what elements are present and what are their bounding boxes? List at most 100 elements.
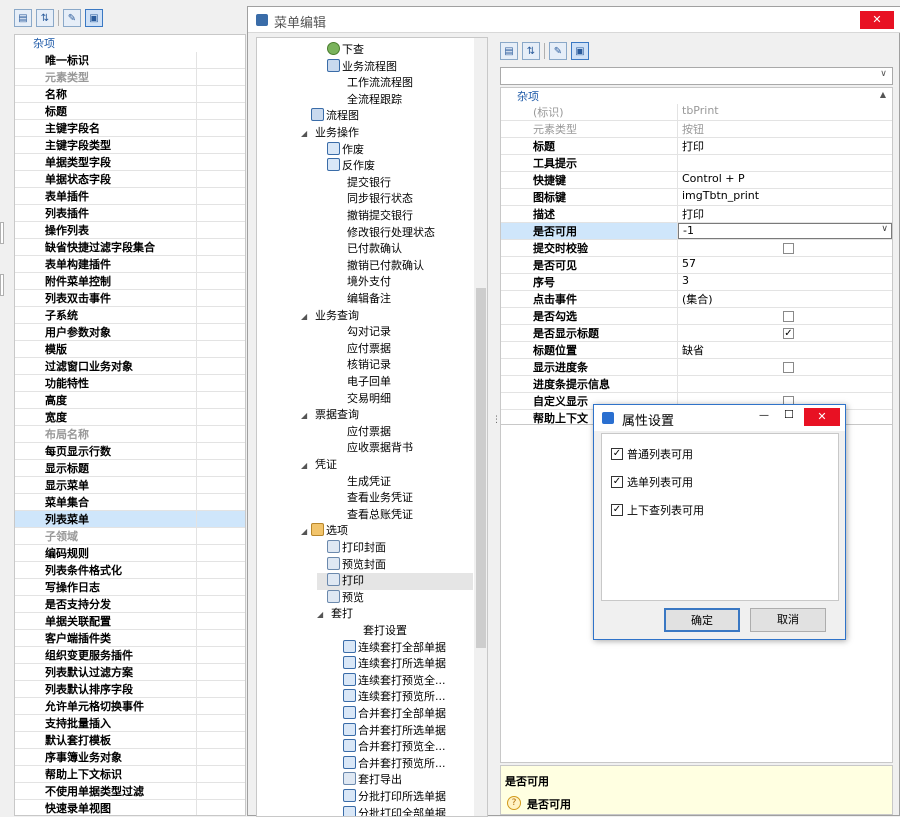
tree-item[interactable]: 核销记录 bbox=[333, 357, 391, 374]
edit-icon[interactable]: ✎ bbox=[63, 9, 81, 27]
property-value[interactable] bbox=[197, 732, 245, 748]
tree-item[interactable]: 应收票据背书 bbox=[333, 440, 413, 457]
left-property-row[interactable]: 子系统 bbox=[15, 307, 245, 324]
property-value[interactable] bbox=[197, 154, 245, 170]
chevron-down-icon[interactable]: ∨ bbox=[881, 224, 888, 234]
tree-item[interactable]: 分批打印全部单据 bbox=[333, 805, 446, 816]
left-property-row[interactable]: 子领域 bbox=[15, 528, 245, 545]
tree-scrollbar[interactable] bbox=[474, 38, 487, 816]
option-checkbox-row[interactable]: ✓ 选单列表可用 bbox=[611, 474, 693, 490]
property-value[interactable] bbox=[197, 800, 245, 815]
property-value[interactable] bbox=[197, 273, 245, 289]
left-property-row[interactable]: 主键字段类型 bbox=[15, 137, 245, 154]
left-property-row[interactable]: 支持批量插入 bbox=[15, 715, 245, 732]
tree-item[interactable]: 电子回单 bbox=[333, 374, 391, 391]
tree-item[interactable]: 下查 bbox=[317, 42, 364, 59]
property-value[interactable] bbox=[197, 409, 245, 425]
property-value[interactable] bbox=[197, 664, 245, 680]
property-value[interactable] bbox=[197, 613, 245, 629]
left-property-row[interactable]: 列表双击事件 bbox=[15, 290, 245, 307]
left-property-row[interactable]: 组织变更服务插件 bbox=[15, 647, 245, 664]
property-value[interactable] bbox=[197, 69, 245, 85]
splitter-handle[interactable]: ⋮ bbox=[492, 416, 501, 437]
right-property-row[interactable]: 是否可见 57 bbox=[501, 257, 892, 274]
left-property-row[interactable]: 菜单集合 bbox=[15, 494, 245, 511]
property-value[interactable] bbox=[678, 376, 892, 392]
property-value[interactable] bbox=[197, 205, 245, 221]
property-value[interactable]: -1 ∨ bbox=[678, 223, 892, 239]
property-value[interactable] bbox=[197, 358, 245, 374]
checkbox[interactable] bbox=[783, 243, 794, 254]
collapse-arrow-icon[interactable]: ▲ bbox=[880, 90, 886, 99]
tree-item[interactable]: 勾对记录 bbox=[333, 324, 391, 341]
tree-item[interactable]: ◢ 业务查询 bbox=[301, 308, 359, 325]
tree-item[interactable]: 查看业务凭证 bbox=[333, 490, 413, 507]
property-value[interactable] bbox=[197, 324, 245, 340]
property-value[interactable]: (集合) bbox=[678, 291, 892, 307]
right-property-row[interactable]: 点击事件 (集合) bbox=[501, 291, 892, 308]
checkbox[interactable]: ✓ bbox=[611, 448, 623, 460]
checkbox[interactable]: ✓ bbox=[611, 476, 623, 488]
tree-item[interactable]: 交易明细 bbox=[333, 391, 391, 408]
property-value[interactable] bbox=[197, 290, 245, 306]
tree-item[interactable]: 套打导出 bbox=[333, 772, 402, 789]
property-value[interactable] bbox=[197, 188, 245, 204]
left-property-row[interactable]: 单据类型字段 bbox=[15, 154, 245, 171]
property-value[interactable] bbox=[197, 52, 245, 68]
tree-item[interactable]: 业务流程图 bbox=[317, 58, 397, 76]
left-property-row[interactable]: 客户端插件类 bbox=[15, 630, 245, 647]
property-value[interactable] bbox=[197, 460, 245, 476]
left-edge-handle[interactable] bbox=[0, 274, 4, 296]
tree-item[interactable]: 已付款确认 bbox=[333, 241, 402, 258]
checkbox[interactable] bbox=[783, 362, 794, 373]
checkbox[interactable]: ✓ bbox=[611, 504, 623, 516]
tree-item[interactable]: 连续套打所选单据 bbox=[333, 656, 446, 673]
tree-item[interactable]: 工作流流程图 bbox=[333, 75, 413, 92]
left-property-row[interactable]: 高度 bbox=[15, 392, 245, 409]
left-property-row[interactable]: 布局名称 bbox=[15, 426, 245, 443]
right-property-row[interactable]: 显示进度条 bbox=[501, 359, 892, 376]
tree-item[interactable]: 预览 bbox=[317, 589, 364, 607]
property-value[interactable] bbox=[197, 511, 245, 527]
scroll-thumb[interactable] bbox=[476, 288, 486, 648]
tree-item[interactable]: 连续套打全部单据 bbox=[333, 639, 446, 657]
right-property-row[interactable]: 序号 3 bbox=[501, 274, 892, 291]
property-value[interactable] bbox=[197, 545, 245, 561]
tree-item[interactable]: 反作废 bbox=[317, 158, 375, 175]
property-value[interactable] bbox=[197, 477, 245, 493]
left-property-row[interactable]: 不使用单据类型过滤 bbox=[15, 783, 245, 800]
left-property-row[interactable]: 序事簿业务对象 bbox=[15, 749, 245, 766]
property-value[interactable] bbox=[678, 359, 892, 375]
tree-item[interactable]: 应付票据 bbox=[333, 341, 391, 358]
left-property-row[interactable]: 列表默认过滤方案 bbox=[15, 664, 245, 681]
property-value[interactable] bbox=[197, 86, 245, 102]
left-property-row[interactable]: 写操作日志 bbox=[15, 579, 245, 596]
property-value[interactable] bbox=[197, 171, 245, 187]
left-property-row[interactable]: 是否支持分发 bbox=[15, 596, 245, 613]
left-property-row[interactable]: 帮助上下文标识 bbox=[15, 766, 245, 783]
left-property-row[interactable]: 主键字段名 bbox=[15, 120, 245, 137]
property-pages-icon[interactable]: ▣ bbox=[85, 9, 103, 27]
left-property-row[interactable]: 列表菜单 bbox=[15, 511, 245, 528]
property-value[interactable] bbox=[197, 698, 245, 714]
sort-alpha-icon[interactable]: ⇅ bbox=[36, 9, 54, 27]
tree-item[interactable]: 流程图 bbox=[301, 108, 359, 125]
right-property-row[interactable]: 标题位置 缺省 bbox=[501, 342, 892, 359]
option-checkbox-row[interactable]: ✓ 上下查列表可用 bbox=[611, 502, 704, 518]
tree-item[interactable]: 预览封面 bbox=[317, 556, 386, 574]
left-property-row[interactable]: 模版 bbox=[15, 341, 245, 358]
tree-item[interactable]: 合并套打预览全... bbox=[333, 739, 446, 756]
tree-item[interactable]: ◢ 业务操作 bbox=[301, 125, 359, 142]
expand-arrow-icon[interactable]: ◢ bbox=[301, 126, 311, 143]
property-value[interactable] bbox=[197, 647, 245, 663]
property-value[interactable]: 57 bbox=[678, 257, 892, 273]
left-property-row[interactable]: 默认套打模板 bbox=[15, 732, 245, 749]
cancel-button[interactable]: 取消 bbox=[750, 608, 826, 632]
property-value[interactable] bbox=[197, 392, 245, 408]
left-property-row[interactable]: 列表条件格式化 bbox=[15, 562, 245, 579]
tree-item[interactable]: 打印封面 bbox=[317, 540, 386, 557]
tree-item[interactable]: 套打设置 bbox=[349, 623, 407, 640]
tree-item[interactable]: ◢ 套打 bbox=[317, 606, 353, 623]
property-value[interactable] bbox=[197, 256, 245, 272]
left-property-row[interactable]: 显示标题 bbox=[15, 460, 245, 477]
